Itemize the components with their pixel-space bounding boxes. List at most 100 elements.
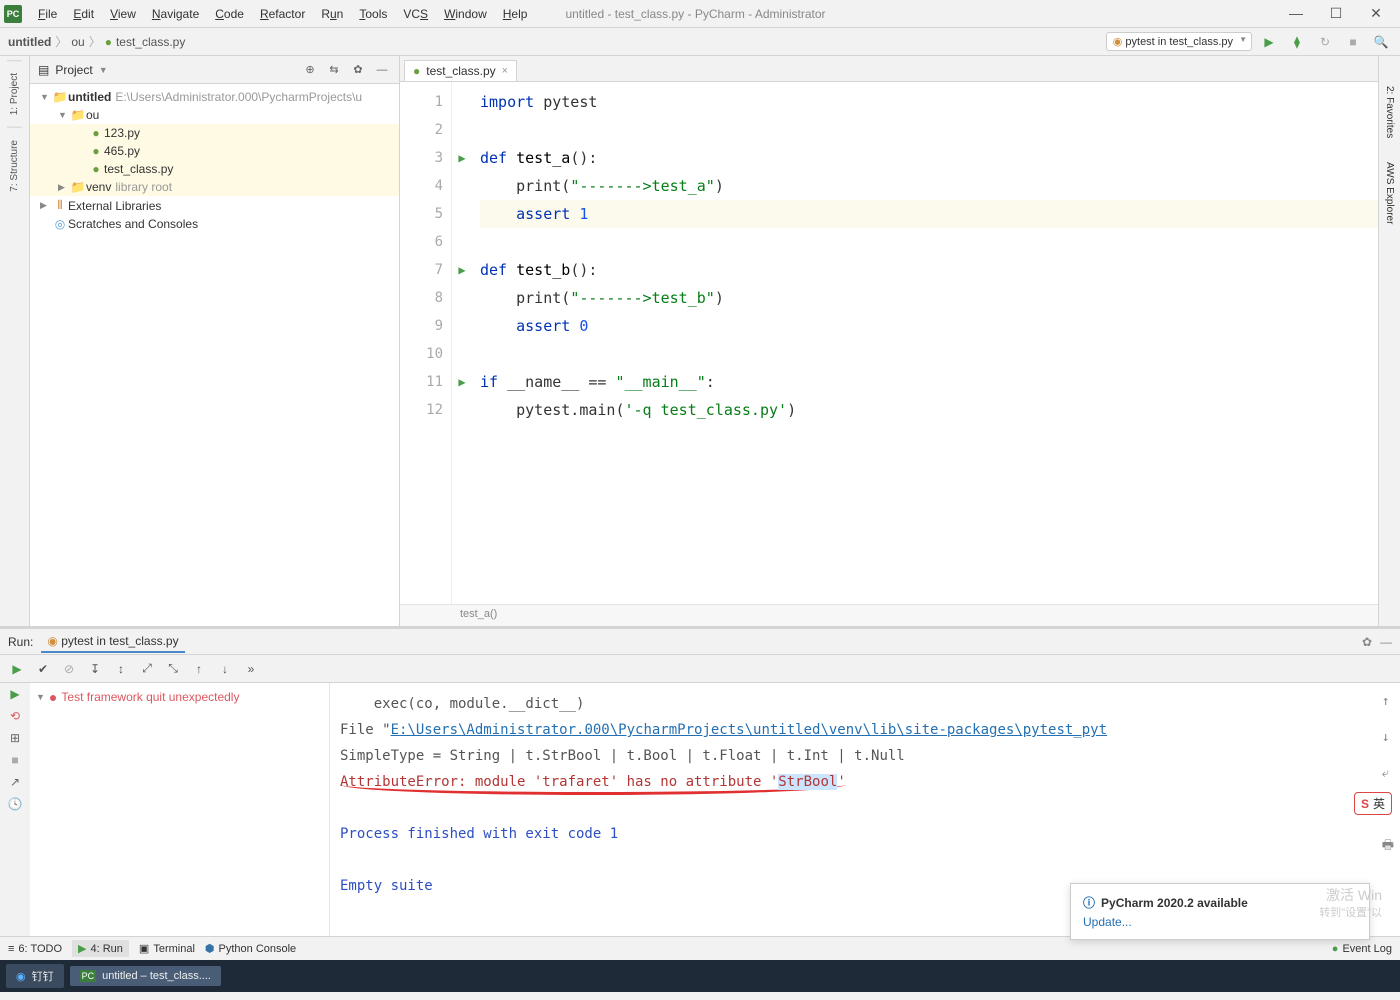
- debug-button[interactable]: ⧫: [1286, 31, 1308, 53]
- next-button[interactable]: ↓: [214, 658, 236, 680]
- toggle-ignored-button[interactable]: ⊘: [58, 658, 80, 680]
- terminal-icon: ▣: [139, 942, 149, 955]
- folder-icon: 📁: [52, 90, 68, 104]
- run-config-select[interactable]: ◉ pytest in test_class.py: [1106, 32, 1252, 51]
- run-button[interactable]: ▶: [1258, 31, 1280, 53]
- status-run[interactable]: ▶4: Run: [72, 940, 129, 957]
- taskbar-item[interactable]: PCuntitled – test_class....: [70, 966, 221, 986]
- todo-icon: ≡: [8, 943, 14, 955]
- rerun-failed-icon[interactable]: ⟲: [10, 709, 20, 723]
- editor-breadcrumb[interactable]: test_a(): [400, 604, 1400, 626]
- rerun-button[interactable]: ▶: [6, 658, 28, 680]
- run-line-icon[interactable]: ▶: [452, 144, 472, 172]
- more-button[interactable]: »: [240, 658, 262, 680]
- stop-button[interactable]: ■: [1342, 31, 1364, 53]
- editor-body[interactable]: 123 456 789 101112 ▶ ▶ ▶ import pytest d…: [400, 82, 1400, 604]
- export-icon[interactable]: ↗: [10, 775, 20, 789]
- menu-navigate[interactable]: Navigate: [144, 3, 207, 25]
- collapse-button[interactable]: ⤡: [162, 658, 184, 680]
- menu-window[interactable]: Window: [436, 3, 495, 25]
- soft-wrap-icon[interactable]: ⤶: [1382, 761, 1394, 787]
- settings-icon[interactable]: ✿: [349, 63, 367, 76]
- tab-project[interactable]: 1: Project: [7, 60, 22, 127]
- tab-aws-explorer[interactable]: AWS Explorer: [1382, 150, 1397, 236]
- menu-refactor[interactable]: Refactor: [252, 3, 313, 25]
- menu-edit[interactable]: Edit: [65, 3, 102, 25]
- maximize-button[interactable]: ☐: [1316, 5, 1356, 22]
- sort-button[interactable]: ↧: [84, 658, 106, 680]
- tree-file[interactable]: ● 123.py: [30, 124, 399, 142]
- tree-root[interactable]: ▼ 📁 untitled E:\Users\Administrator.000\…: [30, 88, 399, 106]
- tree-file[interactable]: ● 465.py: [30, 142, 399, 160]
- tree-external-libraries[interactable]: ▶ ⫴ External Libraries: [30, 196, 399, 215]
- event-log-icon: ●: [1332, 943, 1339, 955]
- close-icon[interactable]: ×: [502, 65, 508, 77]
- expand-icon[interactable]: ▶: [58, 182, 70, 193]
- stop-icon[interactable]: ■: [11, 753, 18, 767]
- menu-help[interactable]: Help: [495, 3, 536, 25]
- app-logo: PC: [4, 5, 22, 23]
- breadcrumb-folder[interactable]: ou: [71, 35, 84, 49]
- coverage-button[interactable]: ↻: [1314, 31, 1336, 53]
- tab-structure[interactable]: 7: Structure: [7, 127, 22, 204]
- run-line-icon[interactable]: ▶: [452, 368, 472, 396]
- scroll-down-icon[interactable]: ↓: [1382, 725, 1394, 751]
- expand-icon[interactable]: ▼: [40, 92, 52, 102]
- tree-venv[interactable]: ▶ 📁 venv library root: [30, 178, 399, 196]
- toggle-pass-button[interactable]: ✔: [32, 658, 54, 680]
- breadcrumb-file[interactable]: test_class.py: [116, 35, 185, 49]
- scroll-up-icon[interactable]: ↑: [1382, 689, 1394, 715]
- left-tool-strip: 1: Project 7: Structure: [0, 56, 30, 626]
- project-tree[interactable]: ▼ 📁 untitled E:\Users\Administrator.000\…: [30, 84, 399, 237]
- run-line-icon[interactable]: ▶: [452, 256, 472, 284]
- project-panel-title[interactable]: Project: [55, 63, 92, 77]
- taskbar-item[interactable]: ◉钉钉: [6, 964, 64, 988]
- python-file-icon: ●: [88, 162, 104, 176]
- editor-tab-label: test_class.py: [426, 64, 495, 78]
- close-button[interactable]: ✕: [1356, 5, 1396, 22]
- hide-icon[interactable]: —: [373, 64, 391, 76]
- menu-run[interactable]: Run: [313, 3, 351, 25]
- breadcrumb-root[interactable]: untitled: [8, 35, 51, 49]
- tree-scratches[interactable]: ◎ Scratches and Consoles: [30, 215, 399, 233]
- expand-icon[interactable]: ▼: [58, 110, 70, 120]
- expand-icon[interactable]: ▼: [36, 692, 45, 702]
- run-tree[interactable]: ▼ ● Test framework quit unexpectedly: [30, 683, 329, 936]
- menu-code[interactable]: Code: [207, 3, 252, 25]
- menu-view[interactable]: View: [102, 3, 144, 25]
- search-button[interactable]: 🔍: [1370, 31, 1392, 53]
- history-icon[interactable]: 🕓: [8, 797, 23, 811]
- status-todo[interactable]: ≡6: TODO: [8, 943, 62, 955]
- print-icon[interactable]: 🖶: [1382, 833, 1394, 859]
- editor-tab[interactable]: ● test_class.py ×: [404, 60, 517, 81]
- status-terminal[interactable]: ▣Terminal: [139, 942, 195, 955]
- menu-file[interactable]: File: [30, 3, 65, 25]
- tree-file[interactable]: ● test_class.py: [30, 160, 399, 178]
- taskbar: ◉钉钉 PCuntitled – test_class....: [0, 960, 1400, 992]
- run-panel-tab[interactable]: ◉ pytest in test_class.py: [41, 631, 184, 653]
- status-eventlog[interactable]: ●Event Log: [1332, 943, 1392, 955]
- prev-button[interactable]: ↑: [188, 658, 210, 680]
- code-area[interactable]: import pytest def test_a(): print("-----…: [472, 82, 1400, 604]
- file-link[interactable]: E:\Users\Administrator.000\PycharmProjec…: [391, 722, 1107, 738]
- collapse-icon[interactable]: ⇆: [325, 63, 343, 76]
- minimize-button[interactable]: —: [1276, 5, 1316, 22]
- hide-icon[interactable]: —: [1380, 635, 1392, 649]
- menu-tools[interactable]: Tools: [351, 3, 395, 25]
- tree-folder-ou[interactable]: ▼ 📁 ou: [30, 106, 399, 124]
- dropdown-icon[interactable]: ▼: [99, 65, 108, 75]
- sort-alpha-button[interactable]: ↕: [110, 658, 132, 680]
- expand-button[interactable]: ⤢: [136, 658, 158, 680]
- rerun-icon[interactable]: ▶: [10, 687, 19, 701]
- update-link[interactable]: Update...: [1083, 915, 1357, 929]
- expand-icon[interactable]: ▶: [40, 200, 52, 211]
- locate-icon[interactable]: ⊕: [301, 63, 319, 76]
- toggle-auto-icon[interactable]: ⊞: [10, 731, 20, 745]
- settings-icon[interactable]: ✿: [1362, 635, 1372, 649]
- menu-vcs[interactable]: VCS: [395, 3, 436, 25]
- tab-favorites[interactable]: 2: Favorites: [1382, 56, 1397, 150]
- status-pyconsole[interactable]: ⬢Python Console: [205, 942, 296, 955]
- ime-indicator[interactable]: S 英: [1354, 792, 1392, 815]
- menu-bar: File Edit View Navigate Code Refactor Ru…: [30, 3, 535, 25]
- test-result-row[interactable]: ▼ ● Test framework quit unexpectedly: [34, 687, 325, 707]
